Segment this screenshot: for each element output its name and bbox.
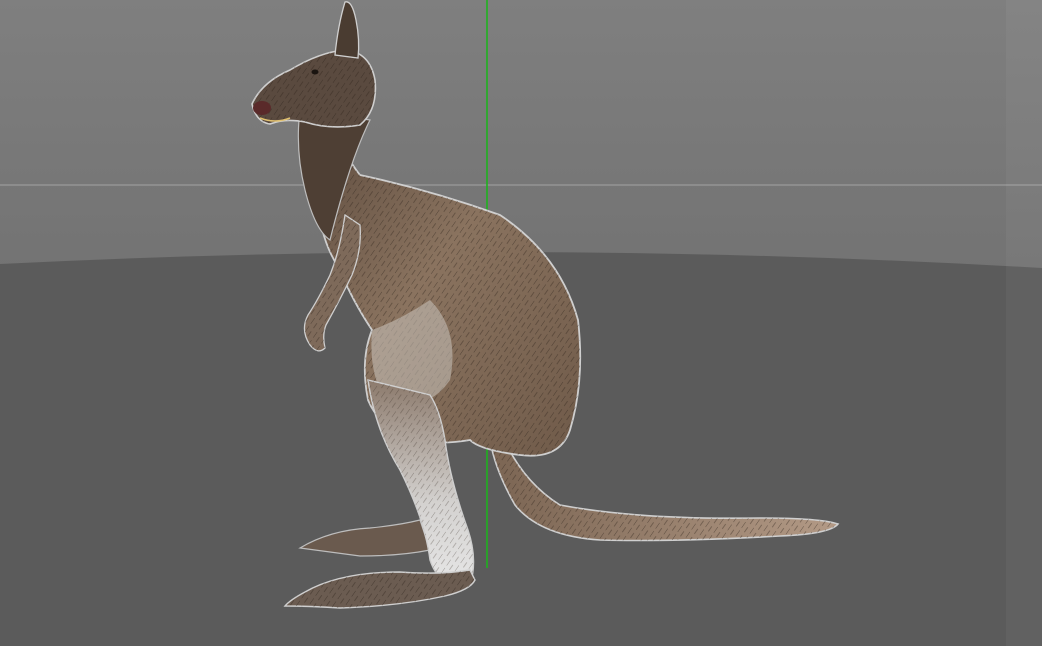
kangaroo-eye <box>311 69 319 75</box>
viewport-scene[interactable] <box>0 0 1042 646</box>
3d-viewport[interactable] <box>0 0 1042 646</box>
backdrop-wall <box>0 0 1042 270</box>
kangaroo-nose <box>253 101 271 115</box>
viewport-edge-strip <box>1006 0 1042 646</box>
